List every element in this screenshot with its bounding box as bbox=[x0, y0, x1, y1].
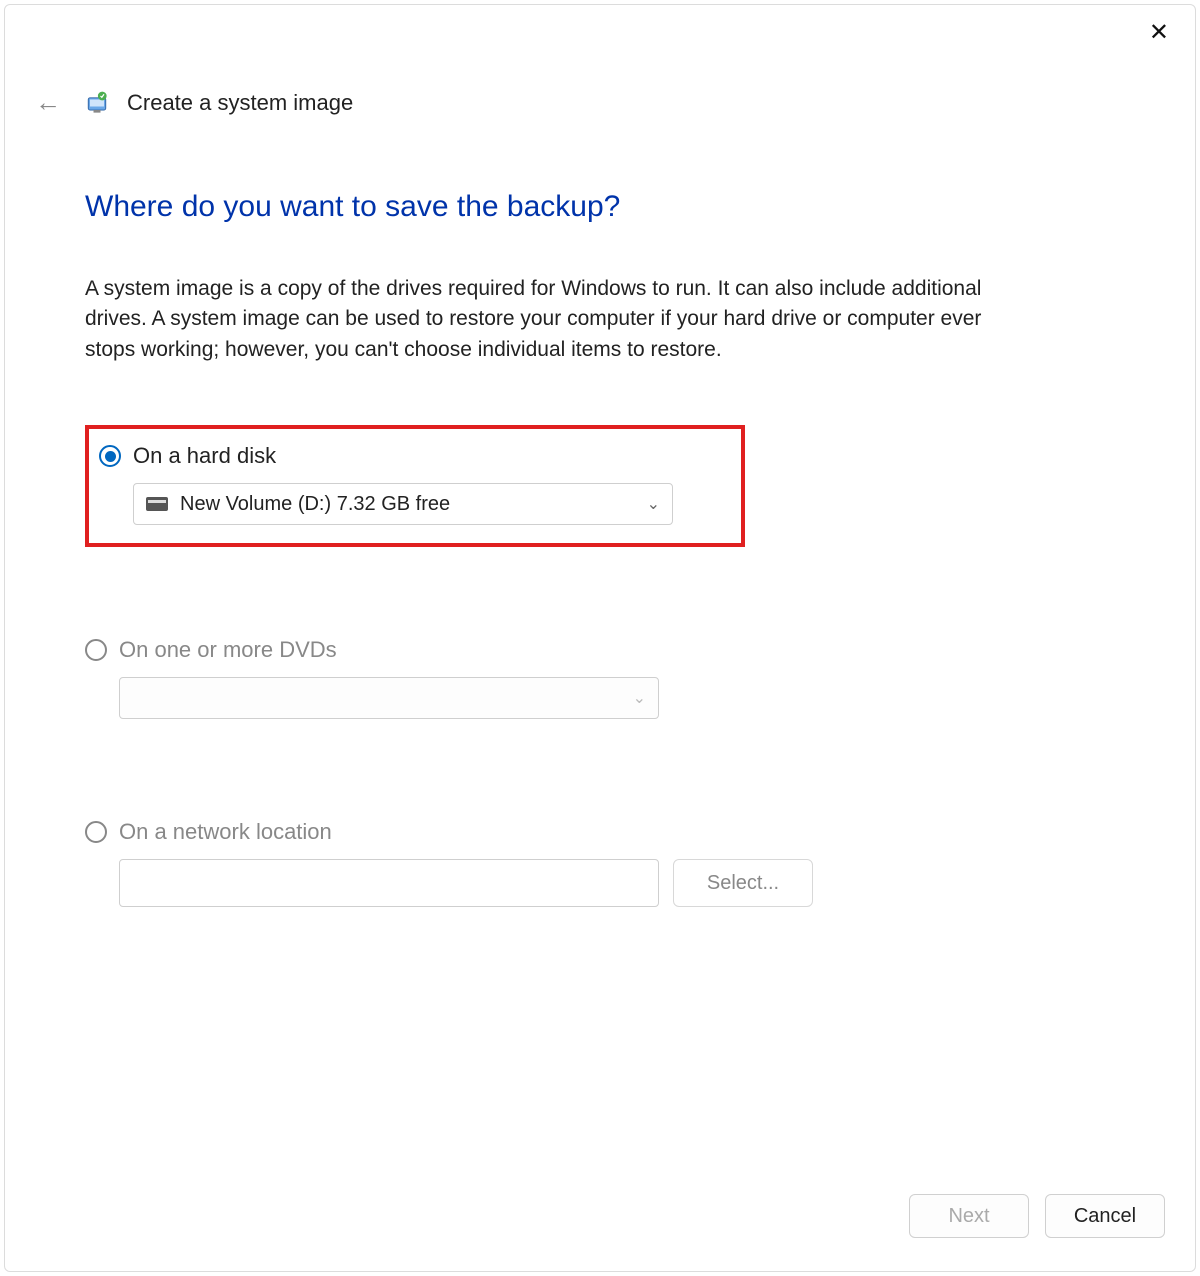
next-button[interactable]: Next bbox=[909, 1194, 1029, 1238]
drive-select-combo[interactable]: New Volume (D:) 7.32 GB free ⌄ bbox=[133, 483, 673, 525]
radio-network[interactable] bbox=[85, 821, 107, 843]
radio-label-hard-disk: On a hard disk bbox=[133, 443, 276, 469]
option-dvd: On one or more DVDs ⌄ bbox=[85, 637, 1115, 719]
network-path-input[interactable] bbox=[119, 859, 659, 907]
content-area: Where do you want to save the backup? A … bbox=[5, 120, 1195, 1181]
page-heading: Where do you want to save the backup? bbox=[85, 190, 1115, 224]
window-title: Create a system image bbox=[127, 90, 353, 116]
back-arrow-icon[interactable]: ← bbox=[29, 85, 67, 120]
system-image-icon bbox=[83, 89, 111, 117]
dvd-select-combo[interactable]: ⌄ bbox=[119, 677, 659, 719]
chevron-down-icon: ⌄ bbox=[647, 494, 660, 514]
select-network-button[interactable]: Select... bbox=[673, 859, 813, 907]
footer: Next Cancel bbox=[5, 1181, 1195, 1271]
header-row: ← Create a system image bbox=[5, 65, 1195, 120]
cancel-button[interactable]: Cancel bbox=[1045, 1194, 1165, 1238]
radio-label-network: On a network location bbox=[119, 819, 332, 845]
radio-row-hard-disk[interactable]: On a hard disk bbox=[99, 443, 731, 469]
chevron-down-icon: ⌄ bbox=[633, 688, 646, 708]
drive-icon bbox=[146, 497, 168, 511]
radio-label-dvd: On one or more DVDs bbox=[119, 637, 337, 663]
page-description: A system image is a copy of the drives r… bbox=[85, 274, 1025, 365]
titlebar: ✕ bbox=[5, 5, 1195, 65]
option-hard-disk: On a hard disk New Volume (D:) 7.32 GB f… bbox=[85, 425, 745, 547]
close-icon[interactable]: ✕ bbox=[1141, 17, 1177, 49]
radio-row-dvd[interactable]: On one or more DVDs bbox=[85, 637, 1115, 663]
radio-row-network[interactable]: On a network location bbox=[85, 819, 1115, 845]
dialog-window: ✕ ← Create a system image Where do you w… bbox=[4, 4, 1196, 1272]
radio-dvd[interactable] bbox=[85, 639, 107, 661]
option-network: On a network location Select... bbox=[85, 819, 1115, 907]
radio-hard-disk[interactable] bbox=[99, 445, 121, 467]
drive-select-value: New Volume (D:) 7.32 GB free bbox=[180, 493, 450, 516]
